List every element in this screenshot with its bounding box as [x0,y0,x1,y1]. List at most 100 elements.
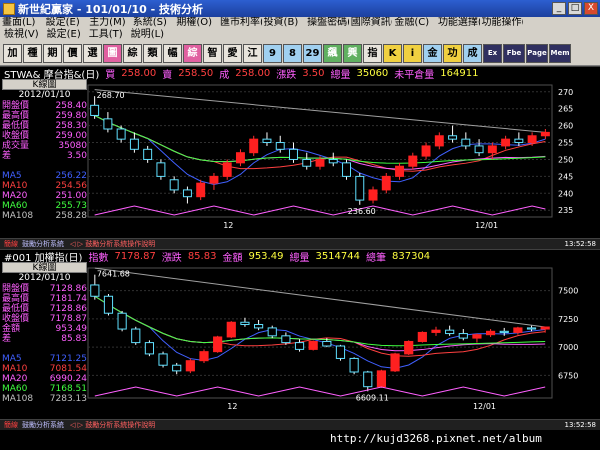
quote-header: #001 加權指(日) 指數 7178.87 漲跌 85.83 金額 953.4… [0,250,600,264]
info-label: MA108 [2,394,34,404]
candle-body [376,370,387,388]
info-label: 金額 [2,324,21,334]
toolbar-button[interactable]: Page [526,43,548,63]
toolbar-button[interactable]: 功 [443,43,462,63]
info-value: 254.56 [55,181,88,191]
menu-item[interactable]: 操盤密碼(D) [305,17,349,29]
candle-body [381,175,391,191]
status-time: 13:52:58 [564,240,596,248]
info-value: 35080 [58,141,87,151]
watermark-url: http://kujd3268.pixnet.net/album [330,432,542,445]
toolbar-button[interactable]: 種 [23,43,42,63]
candle-body [240,321,250,326]
toolbar-button[interactable]: Mem [549,43,571,63]
toolbar-button[interactable]: 指 [363,43,382,63]
toolbar-button[interactable]: 飆 [323,43,342,63]
menu-item[interactable]: 說明(L) [127,29,168,41]
toolbar-button[interactable]: 價 [63,43,82,63]
menu-item[interactable]: 設定(E) [44,17,88,29]
change-value: 3.50 [302,67,325,79]
candle-body [417,331,427,342]
info-row: MA60 255.73 [2,201,87,211]
toolbar-button[interactable]: 加 [3,43,22,63]
toolbar-button[interactable]: 智 [203,43,222,63]
toolbar-button[interactable]: 9 [263,43,282,63]
menu-item[interactable]: 設定(E) [43,29,85,41]
candle-body [474,145,484,154]
menu-item[interactable]: 工具(T) [85,29,127,41]
status-mode[interactable]: 簡線 [4,420,18,430]
menu-item[interactable]: 金融(C) [392,17,436,29]
toolbar-button[interactable]: 圖 [103,43,122,63]
toolbar-button[interactable]: i [403,43,422,63]
menu-item[interactable]: 功能選擇(A) [436,17,480,29]
toolbar-button[interactable]: 成 [463,43,482,63]
toolbar-button[interactable]: Fbe [503,43,525,63]
toolbar-button[interactable]: 幅 [163,43,182,63]
candlestick-chart[interactable]: 270 265 260 255 250 245 240 235 12 12/01 268.70 236… [0,79,600,239]
toolbar-button[interactable]: 綜 [123,43,142,63]
menu-bar: 畫面(L)設定(E)主力(M)系統(S)期權(O)匯市利率(R)投資(B)操盤密… [0,17,600,41]
menu-item[interactable]: 畫面(L) [0,17,44,29]
info-label: MA108 [2,211,34,221]
toolbar-button[interactable]: 江 [243,43,262,63]
candle-body [355,175,365,201]
y-tick-label: 250 [558,155,573,164]
candle-body [116,128,126,140]
status-mode[interactable]: 簡線 [4,239,18,249]
toolbar-button[interactable]: 綜 [183,43,202,63]
candle-body [328,158,338,164]
info-row: MA20 251.00 [2,191,87,201]
info-label: 最低價 [2,304,30,314]
menu-item[interactable]: 匯市利率(R) [218,17,262,29]
menu-item[interactable]: 檢視(V) [0,29,43,41]
y-tick-label: 240 [558,189,573,198]
y-tick-label: 7250 [558,315,578,324]
candle-body [185,360,195,372]
toolbar-button[interactable]: 類 [143,43,162,63]
info-label: 差 [2,334,12,344]
maximize-button[interactable]: □ [568,2,582,15]
chart-date: 2012/01/10 [18,90,71,100]
plot-frame [87,267,553,399]
menu-item[interactable]: 國際資訊(I) [349,17,393,29]
candle-body [458,333,468,339]
menu-item[interactable]: 期權(O) [174,17,218,29]
info-row: 最高價 259.80 [2,111,87,121]
menu-item[interactable]: 功能操作(F) [480,17,524,29]
status-help-link[interactable]: ◁ ▷ 鼓勵分析系統操作說明 [70,420,565,430]
info-label: MA20 [2,374,28,384]
candlestick-chart[interactable]: 7500 7250 7000 6750 12 12/01 7641.68 6609.11 [0,262,600,420]
candle-body [249,138,259,154]
info-row [2,344,87,354]
chart-status-bar: 簡線 鼓勵分析系統 ◁ ▷ 鼓勵分析系統操作說明 13:52:58 [0,419,600,430]
info-label: MA20 [2,191,28,201]
info-row: 最低價 7128.86 [2,304,87,314]
info-row: 成交量 35080 [2,141,87,151]
menu-item[interactable]: 投資(B) [262,17,306,29]
chart-type-label[interactable]: K線圖 [2,262,87,273]
status-help-link[interactable]: ◁ ▷ 鼓勵分析系統操作說明 [70,239,565,249]
candle-body [267,327,277,337]
menu-item[interactable]: 系統(S) [131,17,175,29]
info-row: MA5 7121.25 [2,354,87,364]
minimize-button[interactable]: _ [552,2,566,15]
toolbar-button[interactable]: K [383,43,402,63]
info-value: 258.28 [55,211,88,221]
toolbar-button[interactable]: 29 [303,43,322,63]
menu-item[interactable]: 主力(M) [87,17,131,29]
toolbar-button[interactable]: 期 [43,43,62,63]
info-row: 開盤價 7128.86 [2,284,87,294]
toolbar-button[interactable]: 愛 [223,43,242,63]
toolbar-button[interactable]: 選 [83,43,102,63]
toolbar-button[interactable]: 興 [343,43,362,63]
chart-type-label[interactable]: K線圖 [2,79,87,90]
candle-body [540,131,550,137]
close-button[interactable]: X [584,2,598,15]
toolbar: 加種期價選圖綜類幅綜智愛江 9 8 29 飆興指 Ki 金功成 Ex Fbe Page Mem [0,41,600,66]
toolbar-button[interactable]: 8 [283,43,302,63]
info-row: MA10 7081.54 [2,364,87,374]
toolbar-button[interactable]: 金 [423,43,442,63]
toolbar-button[interactable]: Ex [483,43,502,63]
volume-value: 35060 [356,67,389,79]
